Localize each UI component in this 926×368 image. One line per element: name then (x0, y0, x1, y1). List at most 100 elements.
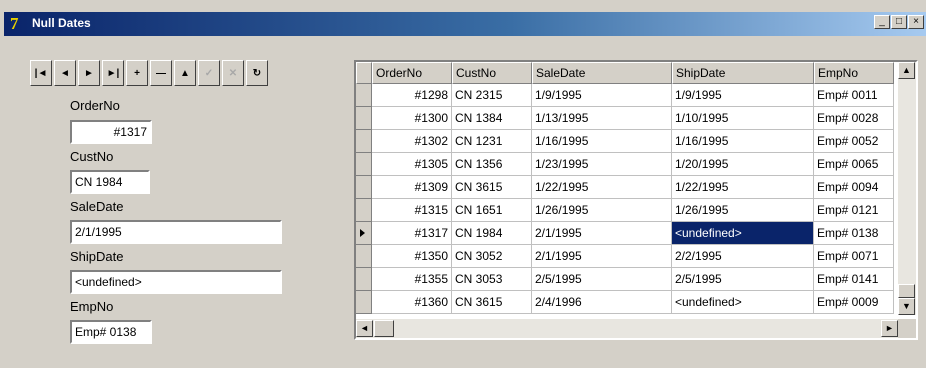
post-edit-button[interactable]: ✓ (198, 60, 220, 86)
custno-field[interactable]: CN 1984 (70, 170, 150, 194)
grid-cell-shipdate[interactable]: 1/26/1995 (672, 199, 814, 222)
grid-cell-orderno[interactable]: #1355 (372, 268, 452, 291)
table-row[interactable]: #1360 CN 3615 2/4/1996 <undefined> Emp# 0009 (356, 291, 894, 314)
grid-cell-saledate[interactable]: 1/13/1995 (532, 107, 672, 130)
column-header-empno[interactable]: EmpNo (814, 62, 894, 84)
minimize-button[interactable]: _ (874, 15, 890, 29)
row-indicator[interactable] (356, 268, 372, 291)
table-row[interactable]: #1298 CN 2315 1/9/1995 1/9/1995 Emp# 0011 (356, 84, 894, 107)
table-row[interactable]: #1350 CN 3052 2/1/1995 2/2/1995 Emp# 0071 (356, 245, 894, 268)
grid-cell-empno[interactable]: Emp# 0028 (814, 107, 894, 130)
row-indicator[interactable] (356, 245, 372, 268)
grid-cell-orderno[interactable]: #1302 (372, 130, 452, 153)
grid-cell-orderno[interactable]: #1298 (372, 84, 452, 107)
horizontal-scrollbar[interactable]: ◄ ► (356, 319, 898, 338)
grid-cell-shipdate[interactable]: 1/20/1995 (672, 153, 814, 176)
grid-cell-saledate[interactable]: 1/9/1995 (532, 84, 672, 107)
grid-cell-custno[interactable]: CN 1384 (452, 107, 532, 130)
row-indicator[interactable] (356, 176, 372, 199)
prior-record-button[interactable]: ◄ (54, 60, 76, 86)
grid-cell-shipdate[interactable]: 2/5/1995 (672, 268, 814, 291)
grid-cell-empno[interactable]: Emp# 0011 (814, 84, 894, 107)
grid-cell-orderno[interactable]: #1305 (372, 153, 452, 176)
edit-record-button[interactable]: ▲ (174, 60, 196, 86)
grid-cell-custno[interactable]: CN 3615 (452, 291, 532, 314)
orders-grid[interactable]: OrderNo CustNo SaleDate ShipDate EmpNo #1298… (354, 60, 918, 340)
table-row[interactable]: #1300 CN 1384 1/13/1995 1/10/1995 Emp# 0028 (356, 107, 894, 130)
scroll-up-icon[interactable]: ▲ (898, 62, 915, 79)
grid-cell-empno[interactable]: Emp# 0094 (814, 176, 894, 199)
grid-cell-custno[interactable]: CN 1651 (452, 199, 532, 222)
grid-cell-empno[interactable]: Emp# 0141 (814, 268, 894, 291)
grid-cell-saledate[interactable]: 2/4/1996 (532, 291, 672, 314)
empno-field[interactable]: Emp# 0138 (70, 320, 152, 344)
row-indicator[interactable] (356, 84, 372, 107)
orderno-field[interactable]: #1317 (70, 120, 152, 144)
grid-cell-saledate[interactable]: 2/1/1995 (532, 222, 672, 245)
next-record-button[interactable]: ► (78, 60, 100, 86)
grid-cell-orderno[interactable]: #1317 (372, 222, 452, 245)
table-row[interactable]: #1355 CN 3053 2/5/1995 2/5/1995 Emp# 0141 (356, 268, 894, 291)
grid-cell-shipdate[interactable]: 1/22/1995 (672, 176, 814, 199)
table-row[interactable]: #1309 CN 3615 1/22/1995 1/22/1995 Emp# 0094 (356, 176, 894, 199)
grid-cell-custno[interactable]: CN 1231 (452, 130, 532, 153)
title-bar[interactable]: 7 Null Dates _ □ × (4, 12, 926, 36)
scroll-right-icon[interactable]: ► (881, 320, 898, 337)
grid-cell-custno[interactable]: CN 3052 (452, 245, 532, 268)
delete-record-button[interactable]: — (150, 60, 172, 86)
grid-cell-saledate[interactable]: 2/5/1995 (532, 268, 672, 291)
row-indicator[interactable] (356, 291, 372, 314)
refresh-data-button[interactable]: ↻ (246, 60, 268, 86)
vertical-scroll-thumb[interactable] (898, 284, 915, 298)
row-indicator[interactable] (356, 153, 372, 176)
scroll-left-icon[interactable]: ◄ (356, 320, 373, 337)
column-header-orderno[interactable]: OrderNo (372, 62, 452, 84)
row-indicator[interactable] (356, 222, 372, 245)
saledate-field[interactable]: 2/1/1995 (70, 220, 282, 244)
grid-cell-shipdate[interactable]: 1/10/1995 (672, 107, 814, 130)
table-row[interactable]: #1305 CN 1356 1/23/1995 1/20/1995 Emp# 0065 (356, 153, 894, 176)
cancel-edit-button[interactable]: ✕ (222, 60, 244, 86)
column-header-saledate[interactable]: SaleDate (532, 62, 672, 84)
grid-cell-shipdate[interactable]: 1/9/1995 (672, 84, 814, 107)
grid-cell-orderno[interactable]: #1315 (372, 199, 452, 222)
row-indicator[interactable] (356, 130, 372, 153)
grid-cell-custno[interactable]: CN 1984 (452, 222, 532, 245)
scroll-down-icon[interactable]: ▼ (898, 298, 915, 315)
grid-cell-orderno[interactable]: #1350 (372, 245, 452, 268)
grid-cell-custno[interactable]: CN 2315 (452, 84, 532, 107)
grid-cell-empno[interactable]: Emp# 0052 (814, 130, 894, 153)
grid-cell-shipdate[interactable]: 1/16/1995 (672, 130, 814, 153)
grid-cell-orderno[interactable]: #1309 (372, 176, 452, 199)
grid-cell-saledate[interactable]: 1/26/1995 (532, 199, 672, 222)
grid-cell-shipdate[interactable]: 2/2/1995 (672, 245, 814, 268)
grid-cell-saledate[interactable]: 2/1/1995 (532, 245, 672, 268)
grid-cell-orderno[interactable]: #1360 (372, 291, 452, 314)
table-row[interactable]: #1315 CN 1651 1/26/1995 1/26/1995 Emp# 0121 (356, 199, 894, 222)
grid-cell-custno[interactable]: CN 3053 (452, 268, 532, 291)
shipdate-field[interactable]: <undefined> (70, 270, 282, 294)
grid-cell-empno[interactable]: Emp# 0009 (814, 291, 894, 314)
row-indicator[interactable] (356, 199, 372, 222)
column-header-custno[interactable]: CustNo (452, 62, 532, 84)
grid-cell-empno[interactable]: Emp# 0121 (814, 199, 894, 222)
last-record-button[interactable]: ►| (102, 60, 124, 86)
first-record-button[interactable]: |◄ (30, 60, 52, 86)
grid-cell-shipdate[interactable]: <undefined> (672, 291, 814, 314)
vertical-scrollbar[interactable]: ▲ ▼ (898, 62, 916, 315)
column-header-shipdate[interactable]: ShipDate (672, 62, 814, 84)
table-row[interactable]: #1317 CN 1984 2/1/1995 <undefined> Emp# 0138 (356, 222, 894, 245)
grid-cell-empno[interactable]: Emp# 0071 (814, 245, 894, 268)
grid-cell-empno[interactable]: Emp# 0138 (814, 222, 894, 245)
grid-cell-saledate[interactable]: 1/23/1995 (532, 153, 672, 176)
grid-cell-orderno[interactable]: #1300 (372, 107, 452, 130)
table-row[interactable]: #1302 CN 1231 1/16/1995 1/16/1995 Emp# 0052 (356, 130, 894, 153)
row-indicator[interactable] (356, 107, 372, 130)
close-button[interactable]: × (908, 15, 924, 29)
grid-cell-empno[interactable]: Emp# 0065 (814, 153, 894, 176)
grid-cell-saledate[interactable]: 1/16/1995 (532, 130, 672, 153)
maximize-button[interactable]: □ (891, 15, 907, 29)
horizontal-scroll-thumb[interactable] (374, 320, 394, 337)
grid-cell-saledate[interactable]: 1/22/1995 (532, 176, 672, 199)
grid-cell-custno[interactable]: CN 1356 (452, 153, 532, 176)
